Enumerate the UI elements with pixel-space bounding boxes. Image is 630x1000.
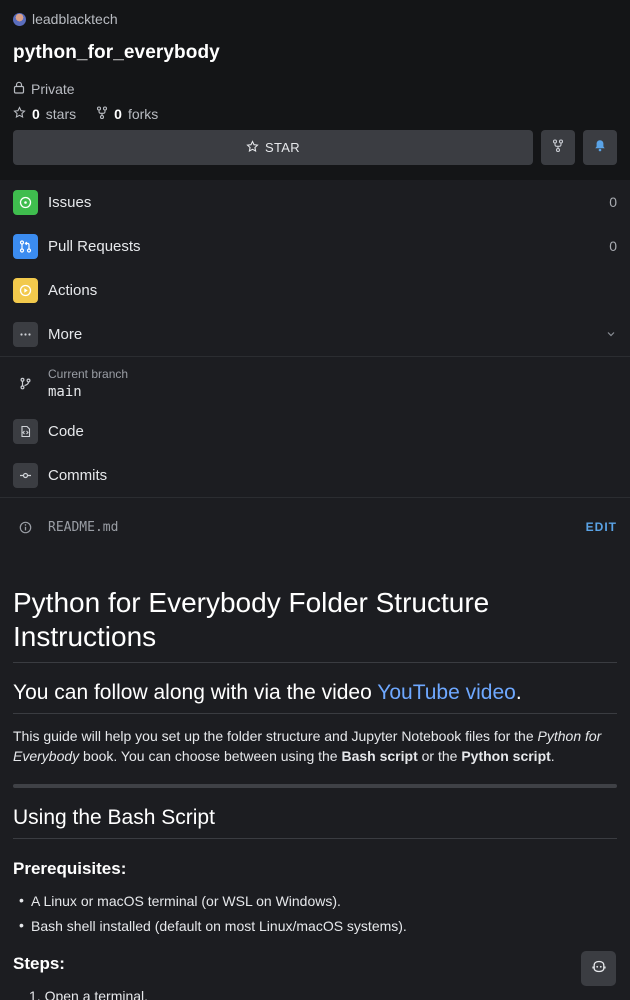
list-item: A Linux or macOS terminal (or WSL on Win…: [13, 892, 617, 909]
chevron-down-icon: [606, 326, 616, 344]
repo-nav: Issues 0 Pull Requests 0 Actions More Cu…: [0, 180, 630, 556]
readme-filename: README.md: [48, 519, 119, 535]
pull-requests-count: 0: [609, 238, 617, 254]
fork-icon: [96, 106, 108, 122]
watch-button[interactable]: [583, 130, 617, 165]
nav-more-label: More: [48, 325, 83, 343]
star-icon: [246, 139, 259, 156]
steps-heading: Steps:: [13, 954, 65, 973]
star-button-label: STAR: [265, 140, 300, 155]
edit-button[interactable]: EDIT: [586, 520, 617, 534]
forks-label: forks: [127, 106, 159, 122]
bash-script-emphasis: Bash script: [341, 748, 418, 764]
readme-header: README.md EDIT: [0, 498, 630, 556]
copilot-button[interactable]: [581, 951, 616, 986]
lock-icon: [13, 81, 25, 97]
avatar: [13, 12, 26, 26]
intro-text: .: [550, 748, 555, 764]
repo-name: python_for_everybody: [13, 42, 220, 63]
owner-name: leadblacktech: [32, 11, 118, 27]
nav-actions-label: Actions: [48, 281, 98, 299]
list-item: Bash shell installed (default on most Li…: [13, 917, 617, 934]
action-buttons: STAR: [13, 130, 617, 165]
star-outline-icon: [13, 106, 26, 122]
visibility-label: Private: [31, 81, 75, 97]
branch-label: Current branch: [48, 366, 129, 381]
issues-count: 0: [609, 194, 617, 210]
horizontal-rule: [13, 784, 617, 788]
stars-label: stars: [45, 106, 77, 122]
video-heading-suffix: .: [515, 681, 522, 704]
nav-code[interactable]: Code: [0, 409, 630, 453]
stars-count: 0: [32, 106, 40, 122]
ellipsis-icon: [13, 321, 38, 347]
repo-owner[interactable]: leadblacktech: [13, 10, 617, 28]
readme-title: Python for Everybody Folder Structure In…: [13, 586, 617, 663]
intro-text: or the: [417, 748, 462, 764]
repo-header: leadblacktech python_for_everybody Priva…: [0, 0, 630, 180]
branch-selector[interactable]: Current branch main: [0, 357, 630, 409]
fork-button[interactable]: [541, 130, 575, 165]
youtube-video-link[interactable]: YouTube video: [377, 681, 516, 704]
nav-commits-label: Commits: [48, 466, 108, 484]
nav-commits[interactable]: Commits: [0, 453, 630, 497]
prerequisites-heading: Prerequisites:: [13, 859, 127, 878]
nav-more[interactable]: More: [0, 312, 630, 356]
pull-request-icon: [13, 233, 38, 259]
python-script-emphasis: Python script: [461, 748, 551, 764]
nav-pull-requests[interactable]: Pull Requests 0: [0, 224, 630, 268]
nav-issues-label: Issues: [48, 193, 92, 211]
branch-text: Current branch main: [48, 367, 128, 400]
commit-icon: [13, 462, 38, 488]
video-heading: You can follow along with via the video …: [13, 681, 617, 713]
readme-content: Python for Everybody Folder Structure In…: [0, 556, 630, 1000]
intro-text: book. You can choose between using the: [79, 748, 342, 764]
branch-icon: [13, 371, 38, 396]
nav-code-label: Code: [48, 422, 84, 440]
forks-count: 0: [114, 106, 122, 122]
branch-value: main: [48, 383, 82, 400]
repo-stats: 0 stars 0 forks: [13, 106, 617, 122]
actions-icon: [13, 277, 38, 303]
bell-icon: [594, 139, 606, 157]
issues-icon: [13, 189, 38, 215]
prerequisites-list: A Linux or macOS terminal (or WSL on Win…: [13, 892, 617, 934]
nav-actions[interactable]: Actions: [0, 268, 630, 312]
star-button[interactable]: STAR: [13, 130, 533, 165]
copilot-icon: [591, 960, 606, 978]
intro-paragraph: This guide will help you set up the fold…: [13, 713, 617, 766]
fork-icon: [552, 138, 564, 157]
nav-issues[interactable]: Issues 0: [0, 180, 630, 224]
intro-text: This guide will help you set up the fold…: [13, 728, 538, 744]
video-heading-prefix: You can follow along with via the video: [13, 681, 378, 704]
section-heading: Using the Bash Script: [13, 806, 617, 839]
visibility: Private: [13, 81, 617, 97]
info-icon: [13, 515, 38, 540]
step-item: 1. Open a terminal.: [29, 988, 149, 1000]
nav-pull-requests-label: Pull Requests: [48, 237, 141, 255]
code-file-icon: [13, 418, 38, 444]
